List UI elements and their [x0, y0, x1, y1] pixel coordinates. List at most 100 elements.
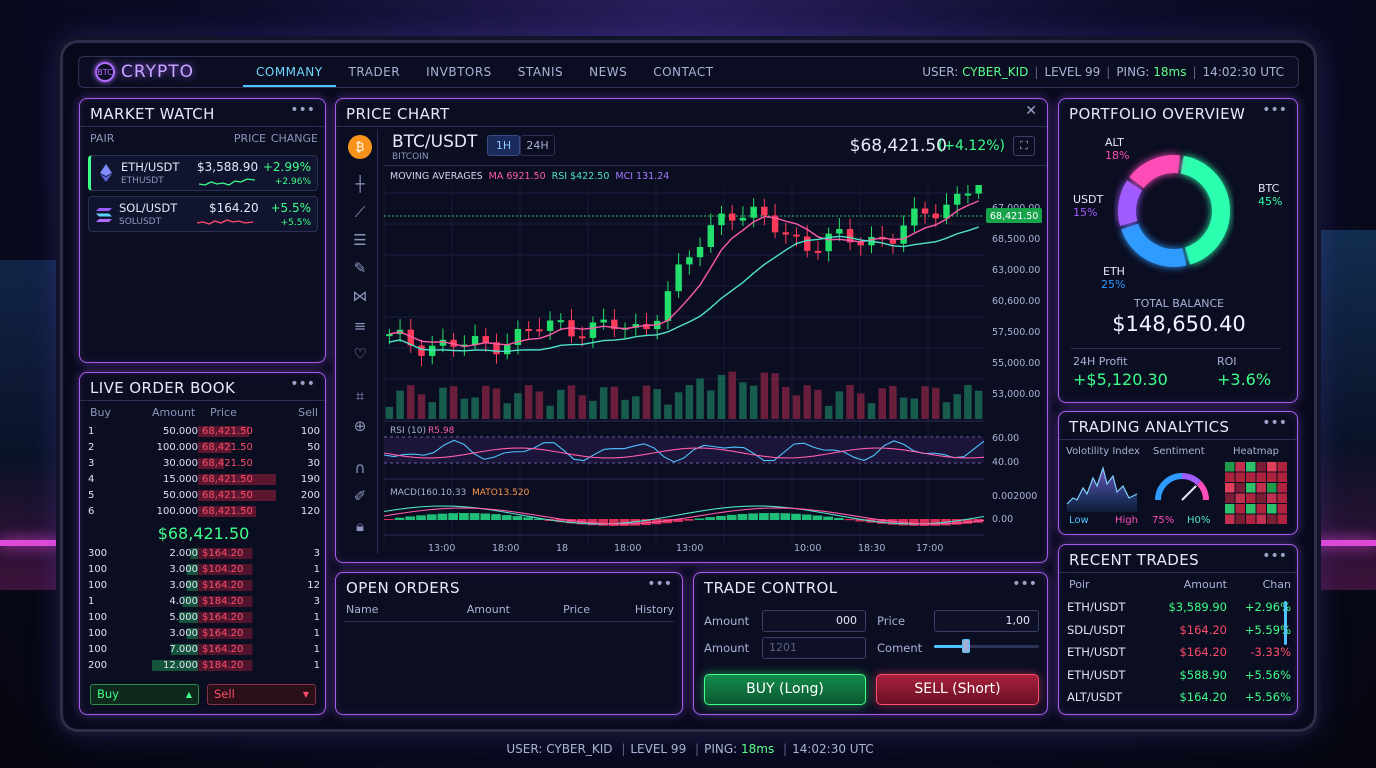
- market-item-sol[interactable]: SOL/USDT SOLUSDT $164.20 +5.5% +5.5%: [88, 196, 318, 232]
- volume-bar: [535, 391, 544, 419]
- scrollbar[interactable]: [1284, 601, 1287, 645]
- low-label: Low: [1069, 515, 1089, 526]
- trade-row[interactable]: ETH/USDT $588.90 +5.56%: [1067, 666, 1291, 684]
- more-icon[interactable]: •••: [1262, 102, 1287, 118]
- heatmap-cell: [1267, 472, 1277, 482]
- comment-slider[interactable]: [934, 639, 1039, 653]
- bid-sell: 12: [307, 580, 320, 591]
- bid-row[interactable]: 100 3.000 $104.20 1: [88, 562, 320, 577]
- volume-bar: [578, 395, 586, 419]
- ask-row[interactable]: 2 100.000 68,421.50 50: [88, 440, 320, 455]
- lock-icon[interactable]: 🔒︎: [348, 515, 372, 537]
- brush-icon[interactable]: ✎: [348, 257, 372, 279]
- nav-item-company[interactable]: COMMANY: [243, 57, 336, 87]
- donut-slice-alt[interactable]: [1129, 155, 1180, 189]
- buy-long-button[interactable]: BUY (Long): [704, 674, 866, 705]
- ask-row[interactable]: 3 30.000 68,421.50 30: [88, 456, 320, 471]
- logo[interactable]: BTC CRYPTO: [95, 62, 194, 82]
- candle: [686, 257, 693, 265]
- trendline-icon[interactable]: ⟋: [348, 201, 372, 223]
- more-icon[interactable]: •••: [290, 102, 315, 118]
- donut-slice-btc[interactable]: [1180, 155, 1230, 265]
- sell-select[interactable]: Sell ▼: [207, 684, 316, 705]
- donut-slice-usdt[interactable]: [1118, 180, 1143, 226]
- lines-icon[interactable]: ☰: [348, 229, 372, 251]
- nav-item-investors[interactable]: INVBTORS: [413, 57, 505, 87]
- bid-buy: 300: [88, 548, 108, 559]
- sentiment-label: Sentiment: [1153, 446, 1205, 457]
- ask-row[interactable]: 6 100.000 68,421.50 120: [88, 504, 320, 519]
- bid-row[interactable]: 100 7.000 $164.20 1: [88, 642, 320, 657]
- ruler-icon[interactable]: ⌗: [348, 385, 372, 407]
- trade-row[interactable]: ETH/USDT $3,589.90 +2.96%: [1067, 598, 1291, 616]
- buy-select[interactable]: Buy ▲: [90, 684, 199, 705]
- gauge-needle: [1181, 485, 1197, 501]
- candle: [386, 334, 393, 337]
- pattern-icon[interactable]: ⋈: [348, 285, 372, 307]
- macd-bar: [791, 513, 801, 520]
- donut-slice-eth[interactable]: [1121, 223, 1187, 267]
- bid-row[interactable]: 1 4.000 $184.20 3: [88, 594, 320, 609]
- bid-price-text: $164.20: [202, 644, 244, 655]
- macd-bar: [834, 517, 844, 520]
- volume-bar: [974, 390, 983, 419]
- pencil-icon[interactable]: ✐: [348, 485, 372, 507]
- more-icon[interactable]: •••: [290, 376, 315, 392]
- chart-pair-sub: BITCOIN: [392, 152, 429, 162]
- bid-amount-text: 7.000: [169, 644, 198, 655]
- slider-handle[interactable]: [961, 639, 970, 653]
- sparkline-sol: [197, 219, 253, 225]
- more-icon[interactable]: •••: [647, 576, 672, 592]
- ask-row[interactable]: 1 50.000 68,421.50 100: [88, 424, 320, 439]
- ask-row[interactable]: 5 50.000 68,421.50 200: [88, 488, 320, 503]
- nav-item-trader[interactable]: TRADER: [336, 57, 414, 87]
- price-chart-canvas[interactable]: 67,000.0068,500.0063,000.0060,600.0057,5…: [384, 185, 1044, 555]
- bid-buy: 200: [88, 660, 108, 671]
- heart-icon[interactable]: ♡: [348, 343, 372, 365]
- crosshair-icon[interactable]: ┼: [348, 173, 372, 195]
- amount-input[interactable]: 000: [762, 610, 866, 632]
- timeframe-1h[interactable]: 1H: [487, 135, 520, 156]
- zoom-icon[interactable]: ⊕: [348, 415, 372, 437]
- heatmap-cell: [1267, 462, 1277, 472]
- timeframe-24h[interactable]: 24H: [520, 135, 555, 156]
- macd-tick: 0.00: [992, 514, 1013, 525]
- fib-icon[interactable]: ≡: [348, 315, 372, 337]
- bid-price: $164.20: [198, 612, 276, 623]
- macd-bar: [823, 516, 833, 520]
- market-item-eth[interactable]: ETH/USDT ETHUSDT $3,588.90 +2.99% +2.96%: [88, 155, 318, 191]
- macd-bar: [801, 514, 812, 520]
- candle: [729, 213, 736, 221]
- alt-pct: 18%: [1105, 149, 1130, 162]
- magnet-icon[interactable]: ∩: [348, 457, 372, 479]
- trade-row[interactable]: SDL/USDT $164.20 +5.59%: [1067, 621, 1291, 639]
- candle: [482, 336, 489, 343]
- nav-item-stats[interactable]: STANIS: [505, 57, 576, 87]
- bid-row[interactable]: 100 3.000 $164.20 12: [88, 578, 320, 593]
- more-icon[interactable]: •••: [1012, 576, 1037, 592]
- bid-row[interactable]: 100 3.000 $164.20 1: [88, 626, 320, 641]
- more-icon[interactable]: •••: [1262, 548, 1287, 564]
- amount2-input[interactable]: 1201: [762, 637, 866, 659]
- bid-amount-text: 5.000: [169, 612, 198, 623]
- nav-item-news[interactable]: NEWS: [576, 57, 640, 87]
- pair-sub: ETHUSDT: [121, 176, 164, 186]
- price-input[interactable]: 1,00: [934, 610, 1039, 632]
- nav-item-contact[interactable]: CONTACT: [640, 57, 726, 87]
- more-icon[interactable]: •••: [1262, 415, 1287, 431]
- bid-row[interactable]: 200 12.000 $184.20 1: [88, 658, 320, 673]
- volume-bar: [942, 402, 951, 419]
- candle: [793, 234, 800, 237]
- ask-row[interactable]: 4 15.000 68,421.50 190: [88, 472, 320, 487]
- trade-row[interactable]: ETH/USDT $164.20 -3.33%: [1067, 643, 1291, 661]
- fullscreen-icon[interactable]: ⛶: [1013, 136, 1035, 156]
- bid-price-text: $104.20: [202, 564, 244, 575]
- macd-bar: [405, 516, 416, 520]
- sell-short-button[interactable]: SELL (Short): [876, 674, 1039, 705]
- bid-row[interactable]: 300 2.000 $164.20 3: [88, 546, 320, 561]
- close-icon[interactable]: ✕: [1025, 103, 1037, 119]
- trade-row[interactable]: ALT/USDT $164.20 +5.56%: [1067, 688, 1291, 706]
- volume-bar: [449, 386, 458, 419]
- roi-label: ROI: [1217, 355, 1237, 368]
- bid-row[interactable]: 100 5.000 $164.20 1: [88, 610, 320, 625]
